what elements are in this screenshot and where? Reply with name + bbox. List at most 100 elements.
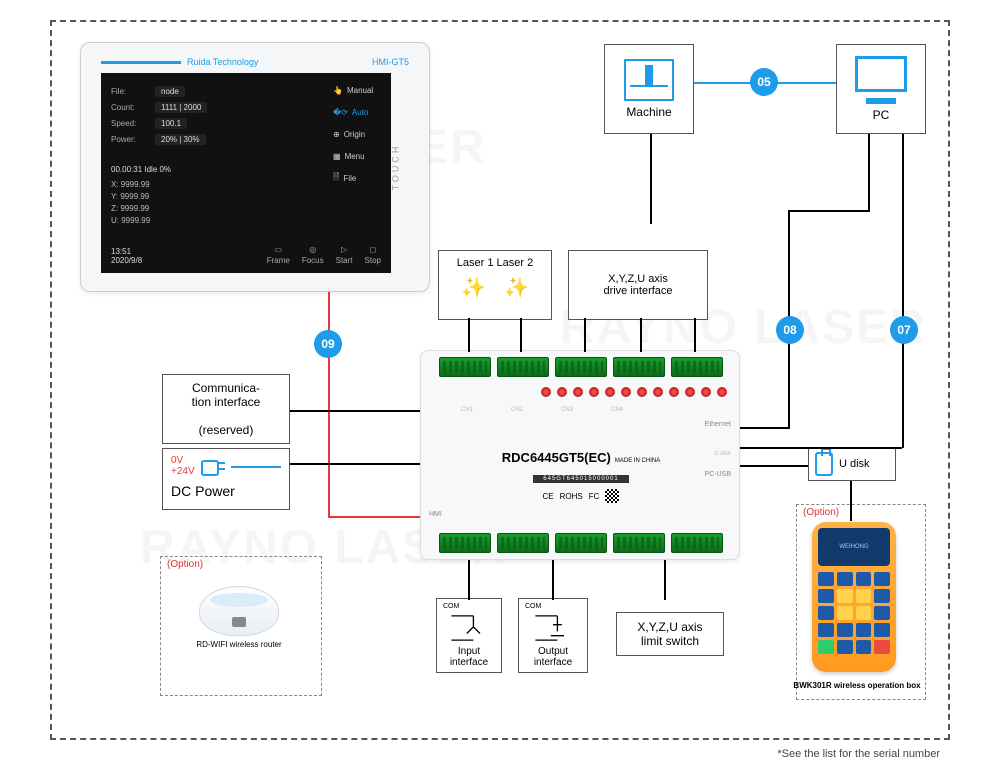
hmi-side-origin[interactable]: ⊕Origin	[329, 123, 385, 145]
remote-caption: BWK301R wireless operation box	[792, 681, 922, 690]
wire-drive1	[584, 318, 586, 352]
node-drive-interface: X,Y,Z,U axis drive interface	[568, 250, 708, 320]
hmi-touch-label: TOUCH	[391, 144, 401, 191]
hmi-side-file[interactable]: 🗎File	[329, 167, 385, 189]
hmi-screen[interactable]: File:node Count:1111 | 2000 Speed:100.1 …	[101, 73, 391, 273]
hmi-side-manual[interactable]: 👆Manual	[329, 79, 385, 101]
pc-icon	[855, 56, 907, 92]
controller-label: RDC6445GT5(EC)MADE IN CHINA 645GT6450150…	[501, 449, 661, 503]
wire-drive2	[640, 318, 642, 352]
cert-rohs: ROHS	[560, 492, 583, 501]
hmi-side-auto[interactable]: �⟳Auto	[329, 101, 385, 123]
input-if-label: Input interface	[439, 646, 499, 668]
laser1-icon: ✨	[461, 275, 486, 300]
hmi-speed-lbl: Speed:	[111, 119, 151, 128]
remote-screen: WEIHONG	[818, 528, 890, 566]
cert-ce: CE	[543, 492, 554, 501]
pc-label: PC	[873, 108, 890, 122]
node-input-interface: COM Input interface	[436, 598, 502, 673]
wire-comm	[290, 410, 420, 412]
hmi-topbar: Ruida Technology HMI-GT5	[101, 55, 409, 69]
hmi-footer: 13:51 2020/9/8 ▭Frame ◎Focus ▷Start ◻Sto…	[111, 245, 381, 265]
hmi-power-lbl: Power:	[111, 135, 151, 144]
option-label-remote: (Option)	[803, 507, 839, 518]
port-hmi: HMI	[429, 511, 442, 518]
hmi-count-val: 1111 | 2000	[155, 102, 207, 113]
plug-icon	[201, 457, 225, 475]
dc-0v: 0V	[171, 455, 195, 466]
hmi-model: HMI-GT5	[372, 57, 409, 67]
wire-08b	[788, 210, 870, 212]
hmi-brand: Ruida Technology	[187, 57, 258, 67]
cert-fc: FC	[589, 492, 600, 501]
hmi-status: 00.00:31 Idle 0%	[111, 165, 171, 174]
hmi-btn-stop[interactable]: ◻Stop	[365, 245, 381, 265]
wire-07-h	[740, 447, 902, 449]
node-pc: PC	[836, 44, 926, 134]
wire-udisk-h	[740, 465, 808, 467]
remote-keypad[interactable]	[818, 572, 890, 654]
hmi-btn-frame[interactable]: ▭Frame	[267, 245, 290, 265]
wire-machine-v	[650, 134, 652, 224]
hmi-side-menu: 👆Manual �⟳Auto ⊕Origin ▦Menu 🗎File	[329, 79, 385, 189]
dc-24v: +24V	[171, 466, 195, 477]
bubble-09: 09	[314, 330, 342, 358]
node-limit-switch: X,Y,Z,U axis limit switch	[616, 612, 724, 656]
wire-dc	[290, 463, 420, 465]
node-machine: Machine	[604, 44, 694, 134]
output-schematic-icon	[521, 610, 585, 646]
router-icon	[199, 586, 279, 636]
bottom-terminals	[439, 533, 723, 553]
io-com-label2: COM	[521, 603, 585, 610]
laser-label: Laser 1 Laser 2	[445, 257, 545, 269]
udisk-label: U disk	[839, 458, 870, 470]
wire-lim	[664, 560, 666, 600]
wire-drive3	[694, 318, 696, 352]
io-com-label: COM	[439, 603, 499, 610]
qr-icon	[605, 489, 619, 503]
hmi-count-lbl: Count:	[111, 103, 151, 112]
controller-sn: 645GT645015000001	[533, 475, 628, 483]
port-pcusb: PC-USB	[705, 471, 731, 478]
wire-out	[552, 560, 554, 600]
machine-icon	[624, 59, 674, 101]
node-dc-power: 0V +24V DC Power	[162, 448, 290, 510]
hmi-coords: X: 9999.99 Y: 9999.99 Z: 9999.99 U: 9999…	[111, 179, 150, 227]
node-laser: Laser 1 Laser 2 ✨ ✨	[438, 250, 552, 320]
footnote: *See the list for the serial number	[777, 748, 940, 760]
wifi-router: RD-WIFI wireless router	[194, 586, 284, 656]
hmi-date: 2020/9/8	[111, 256, 142, 265]
hmi-x: X: 9999.99	[111, 179, 150, 191]
wire-07-v	[902, 134, 904, 448]
wire-udisk-v	[850, 481, 852, 521]
hmi-power-val: 20% | 30%	[155, 134, 206, 145]
port-ethernet: Ethernet	[705, 421, 731, 428]
controller-made: MADE IN CHINA	[615, 458, 660, 464]
hmi-speed-val: 100.1	[155, 118, 187, 129]
node-udisk: U disk	[808, 447, 896, 481]
input-schematic-icon	[439, 610, 499, 646]
hmi-file-lbl: File:	[111, 87, 151, 96]
hmi-btn-start[interactable]: ▷Start	[336, 245, 353, 265]
node-comm-interface: Communica- tion interface (reserved)	[162, 374, 290, 444]
bubble-08: 08	[776, 316, 804, 344]
wireless-remote: WEIHONG BWK301R wireless operation box	[812, 522, 896, 672]
hmi-btn-focus[interactable]: ◎Focus	[302, 245, 324, 265]
hmi-panel: Ruida Technology HMI-GT5 TOUCH File: node…	[80, 42, 430, 292]
controller-board: CN1 CN2 CN3 CN4 RDC6445GT5(EC)MADE IN CH…	[420, 350, 740, 560]
hmi-y: Y: 9999.99	[111, 191, 150, 203]
hmi-time: 13:51	[111, 247, 142, 256]
output-if-label: Output interface	[521, 646, 585, 668]
machine-label: Machine	[626, 105, 671, 119]
wire-09-h	[328, 516, 420, 518]
pc-stand-icon	[866, 98, 896, 104]
laser2-icon: ✨	[504, 275, 529, 300]
wire-in	[468, 560, 470, 600]
hmi-side-menu-btn[interactable]: ▦Menu	[329, 145, 385, 167]
hmi-file-val: node	[155, 86, 185, 97]
router-caption: RD-WIFI wireless router	[194, 640, 284, 649]
wire-09-v	[328, 292, 330, 518]
bubble-05: 05	[750, 68, 778, 96]
option-label-router: (Option)	[167, 559, 203, 570]
led-row	[541, 387, 727, 397]
